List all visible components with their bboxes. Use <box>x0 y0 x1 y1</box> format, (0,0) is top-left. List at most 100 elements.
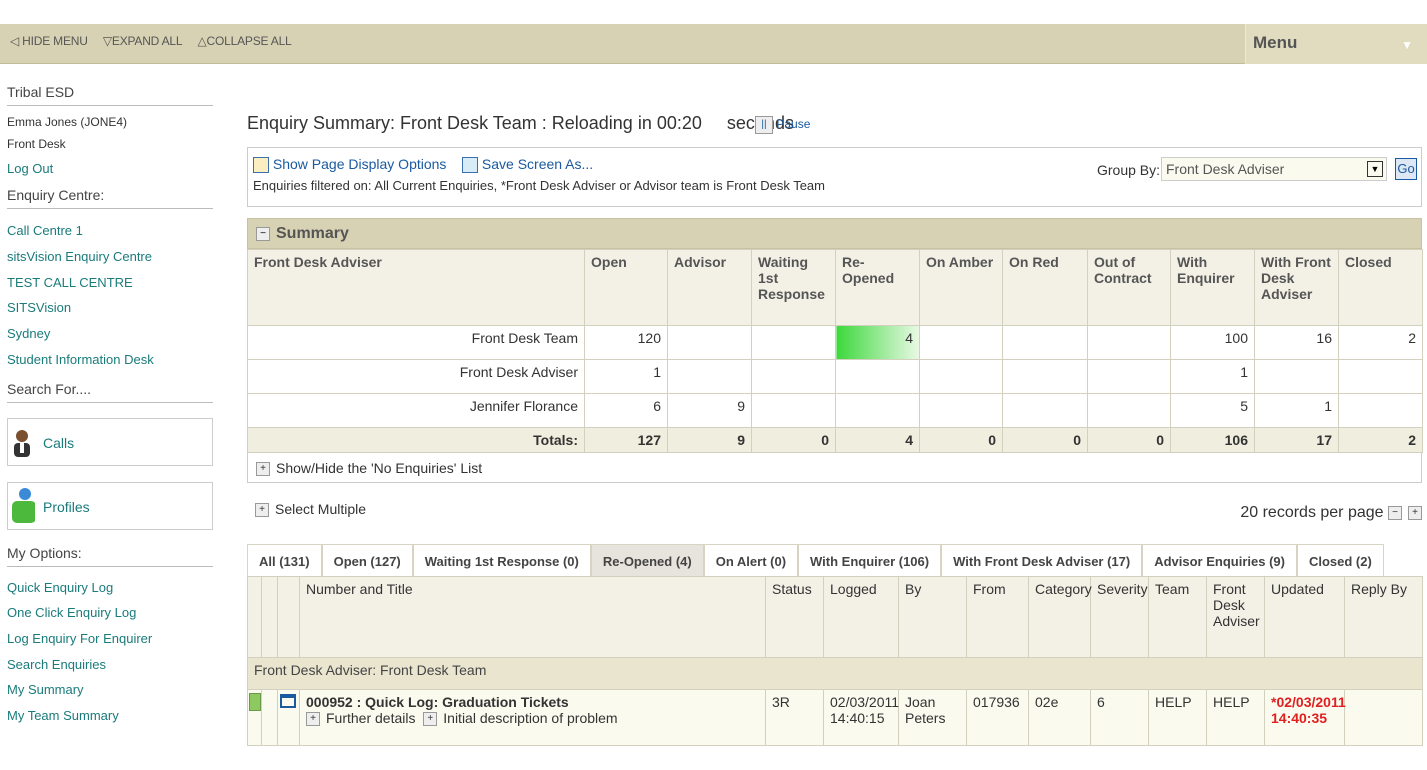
col-header[interactable]: Team <box>1148 576 1207 658</box>
centre-link[interactable]: Call Centre 1 <box>7 218 213 244</box>
title-cell[interactable]: 000952 : Quick Log: Graduation Tickets + F… <box>299 689 766 746</box>
profiles-label: Profiles <box>43 498 90 515</box>
cell[interactable] <box>1002 325 1088 360</box>
sidebar: Tribal ESD Emma Jones (JONE4) Front Desk… <box>7 84 213 728</box>
option-link[interactable]: My Summary <box>7 677 213 703</box>
menu-dropdown[interactable]: Menu ▼ <box>1245 24 1427 64</box>
cell <box>261 689 278 746</box>
col-header: On Amber <box>919 249 1003 326</box>
summary-row[interactable]: Front Desk Adviser 1 1 <box>247 359 1423 394</box>
show-options-link[interactable]: Show Page Display Options <box>253 156 446 174</box>
initial-description[interactable]: Initial description of problem <box>443 710 617 726</box>
col-header[interactable]: By <box>898 576 967 658</box>
summary-row[interactable]: Jennifer Florance 6 9 5 1 <box>247 393 1423 428</box>
centre-link[interactable]: TEST CALL CENTRE <box>7 270 213 296</box>
further-details[interactable]: Further details <box>326 710 415 726</box>
cell[interactable]: 120 <box>584 325 668 360</box>
col-header[interactable]: Category <box>1028 576 1092 658</box>
save-icon <box>462 157 478 174</box>
cell[interactable] <box>667 325 752 360</box>
cell[interactable] <box>1002 359 1088 394</box>
hide-menu-button[interactable]: ◁ HIDE MENU <box>10 34 94 48</box>
cell[interactable]: 6 <box>584 393 668 428</box>
cell[interactable] <box>919 359 1003 394</box>
option-link[interactable]: My Team Summary <box>7 703 213 729</box>
tab-open[interactable]: Open (127) <box>321 544 413 576</box>
calls-button[interactable]: Calls <box>7 417 213 466</box>
tab-with-enquirer[interactable]: With Enquirer (106) <box>798 544 942 576</box>
tab-waiting[interactable]: Waiting 1st Response (0) <box>412 544 591 576</box>
cell[interactable] <box>751 325 836 360</box>
col-header[interactable]: Logged <box>823 576 899 658</box>
summary-caption[interactable]: − Summary <box>247 218 1422 249</box>
cell[interactable]: 1 <box>1254 393 1339 428</box>
option-link[interactable]: One Click Enquiry Log <box>7 600 213 626</box>
col-header[interactable]: Front Desk Adviser <box>1206 576 1265 658</box>
cell[interactable]: 2 <box>1338 325 1423 360</box>
centre-link[interactable]: sitsVision Enquiry Centre <box>7 244 213 270</box>
pause-button[interactable]: || Pause <box>755 116 810 134</box>
cell[interactable]: 9 <box>667 393 752 428</box>
cell[interactable]: 1 <box>1170 359 1255 394</box>
col-header[interactable]: Updated <box>1264 576 1345 658</box>
expand-all-button[interactable]: ▽EXPAND ALL <box>103 34 189 48</box>
select-multiple-toggle[interactable]: + Select Multiple <box>255 501 366 518</box>
logout-link[interactable]: Log Out <box>7 161 213 176</box>
col-header[interactable]: From <box>966 576 1029 658</box>
group-by-select[interactable]: Front Desk Adviser ▼ <box>1161 157 1387 181</box>
save-screen-link[interactable]: Save Screen As... <box>462 156 593 174</box>
cell[interactable] <box>751 393 836 428</box>
cell[interactable]: 5 <box>1170 393 1255 428</box>
centre-link[interactable]: Student Information Desk <box>7 347 213 373</box>
collapse-icon[interactable]: − <box>256 226 270 241</box>
increase-icon[interactable]: + <box>1408 505 1422 520</box>
tab-all[interactable]: All (131) <box>247 544 322 576</box>
tab-advisor[interactable]: Advisor Enquiries (9) <box>1142 544 1297 576</box>
cell[interactable] <box>1087 325 1171 360</box>
go-button[interactable]: Go <box>1395 158 1417 180</box>
summary-header: Front Desk Adviser Open Advisor Waiting … <box>247 249 1423 326</box>
cell[interactable] <box>1338 393 1423 428</box>
tab-reopened[interactable]: Re-Opened (4) <box>590 544 704 576</box>
expand-icon[interactable]: + <box>423 712 438 727</box>
option-link[interactable]: Log Enquiry For Enquirer <box>7 626 213 652</box>
cell[interactable] <box>667 359 752 394</box>
cell[interactable] <box>835 393 920 428</box>
tab-on-alert[interactable]: On Alert (0) <box>703 544 799 576</box>
show-hide-toggle[interactable]: + Show/Hide the 'No Enquiries' List <box>247 453 1422 483</box>
expand-icon[interactable]: + <box>306 712 320 727</box>
centre-link[interactable]: SITSVision <box>7 295 213 321</box>
cell[interactable] <box>1002 393 1088 428</box>
cell[interactable] <box>751 359 836 394</box>
table-row[interactable]: 000952 : Quick Log: Graduation Tickets + F… <box>247 689 1423 746</box>
menu-label: Menu <box>1253 33 1298 52</box>
decrease-icon[interactable]: − <box>1388 505 1402 520</box>
cell[interactable]: 1 <box>584 359 668 394</box>
cell: 02e <box>1028 689 1091 746</box>
cell[interactable]: 100 <box>1170 325 1255 360</box>
cell[interactable] <box>919 325 1003 360</box>
cell[interactable] <box>1087 393 1171 428</box>
tab-with-fda[interactable]: With Front Desk Adviser (17) <box>941 544 1143 576</box>
col-header[interactable]: Number and Title <box>299 576 766 658</box>
cell[interactable] <box>835 359 920 394</box>
col-header[interactable]: Severity <box>1090 576 1149 658</box>
cell[interactable] <box>1338 359 1423 394</box>
cell[interactable] <box>919 393 1003 428</box>
col-header: Out of Contract <box>1087 249 1171 326</box>
collapse-all-button[interactable]: △COLLAPSE ALL <box>198 34 298 48</box>
col-header[interactable]: Reply By <box>1344 576 1423 658</box>
cell[interactable] <box>1254 359 1339 394</box>
option-link[interactable]: Search Enquiries <box>7 652 213 678</box>
summary-row[interactable]: Front Desk Team 120 4 100 16 2 <box>247 325 1423 360</box>
window-icon[interactable] <box>280 694 296 708</box>
enquiry-title[interactable]: 000952 : Quick Log: Graduation Tickets <box>306 694 569 710</box>
tab-closed[interactable]: Closed (2) <box>1296 544 1384 576</box>
cell-highlight[interactable]: 4 <box>835 325 920 360</box>
cell[interactable] <box>1087 359 1171 394</box>
option-link[interactable]: Quick Enquiry Log <box>7 575 213 601</box>
col-header[interactable]: Status <box>765 576 824 658</box>
centre-link[interactable]: Sydney <box>7 321 213 347</box>
cell[interactable]: 16 <box>1254 325 1339 360</box>
profiles-button[interactable]: Profiles <box>7 481 213 530</box>
